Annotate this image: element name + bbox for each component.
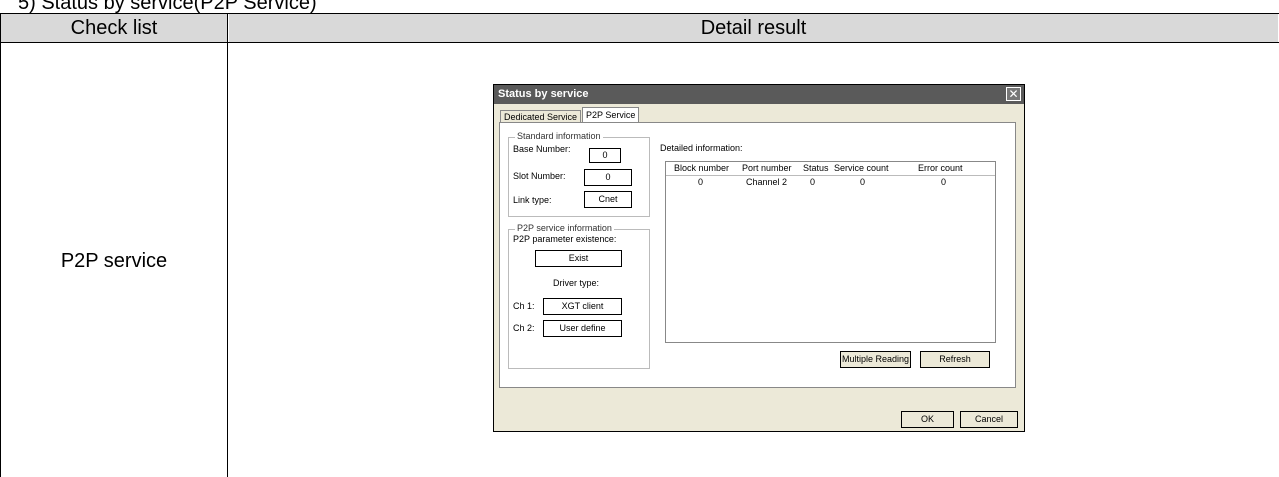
table-column-divider [227, 13, 228, 477]
row-label-p2p-service: P2P service [60, 250, 168, 272]
p2p-parameter-existence-value: Exist [535, 250, 622, 267]
column-error-count[interactable]: Error count [918, 163, 963, 173]
ch1-driver-value: XGT client [543, 298, 622, 315]
standard-information-group: Standard information Base Number: 0 Slot… [508, 131, 650, 217]
column-status[interactable]: Status [803, 163, 829, 173]
p2p-service-panel: Standard information Base Number: 0 Slot… [499, 122, 1016, 388]
table-header-border [0, 42, 1279, 43]
p2p-service-information-group: P2P service information P2P parameter ex… [508, 223, 650, 369]
refresh-button[interactable]: Refresh [920, 351, 990, 368]
ch2-label: Ch 2: [513, 323, 535, 333]
detail-list-view[interactable]: Block number Port number Status Service … [665, 161, 996, 343]
dialog-title: Status by service [498, 88, 589, 100]
dialog-titlebar[interactable]: Status by service ✕ [494, 85, 1024, 104]
cell-status: 0 [810, 177, 816, 187]
driver-type-label: Driver type: [553, 278, 600, 288]
list-header: Block number Port number Status Service … [666, 162, 995, 176]
base-number-value: 0 [589, 148, 621, 163]
status-by-service-dialog: Status by service ✕ Dedicated Service P2… [493, 84, 1025, 432]
link-type-label: Link type: [513, 195, 552, 205]
cell-error-count: 0 [941, 177, 947, 187]
close-icon[interactable]: ✕ [1006, 87, 1021, 101]
column-service-count[interactable]: Service count [834, 163, 889, 173]
multiple-reading-button[interactable]: Multiple Reading [840, 351, 911, 368]
cell-service-count: 0 [860, 177, 866, 187]
ch1-label: Ch 1: [513, 301, 535, 311]
ch2-driver-value: User define [543, 320, 622, 337]
ok-button[interactable]: OK [901, 411, 954, 428]
cancel-button[interactable]: Cancel [960, 411, 1018, 428]
table-left-border [0, 13, 1, 477]
column-port-number[interactable]: Port number [742, 163, 792, 173]
p2p-service-information-title: P2P service information [515, 223, 614, 233]
detailed-information-label: Detailed information: [660, 143, 743, 153]
slot-number-value: 0 [584, 169, 632, 186]
p2p-parameter-existence-label: P2P parameter existence: [513, 234, 617, 244]
tab-p2p-service[interactable]: P2P Service [582, 107, 640, 123]
header-detail-result: Detail result [229, 14, 1278, 42]
cell-block-number: 0 [698, 177, 704, 187]
base-number-label: Base Number: [513, 144, 571, 154]
slot-number-label: Slot Number: [513, 171, 566, 181]
cell-port-number: Channel 2 [746, 177, 788, 187]
link-type-value: Cnet [584, 191, 632, 208]
column-block-number[interactable]: Block number [674, 163, 729, 173]
standard-information-title: Standard information [515, 131, 603, 141]
header-check-list: Check list [1, 14, 227, 42]
